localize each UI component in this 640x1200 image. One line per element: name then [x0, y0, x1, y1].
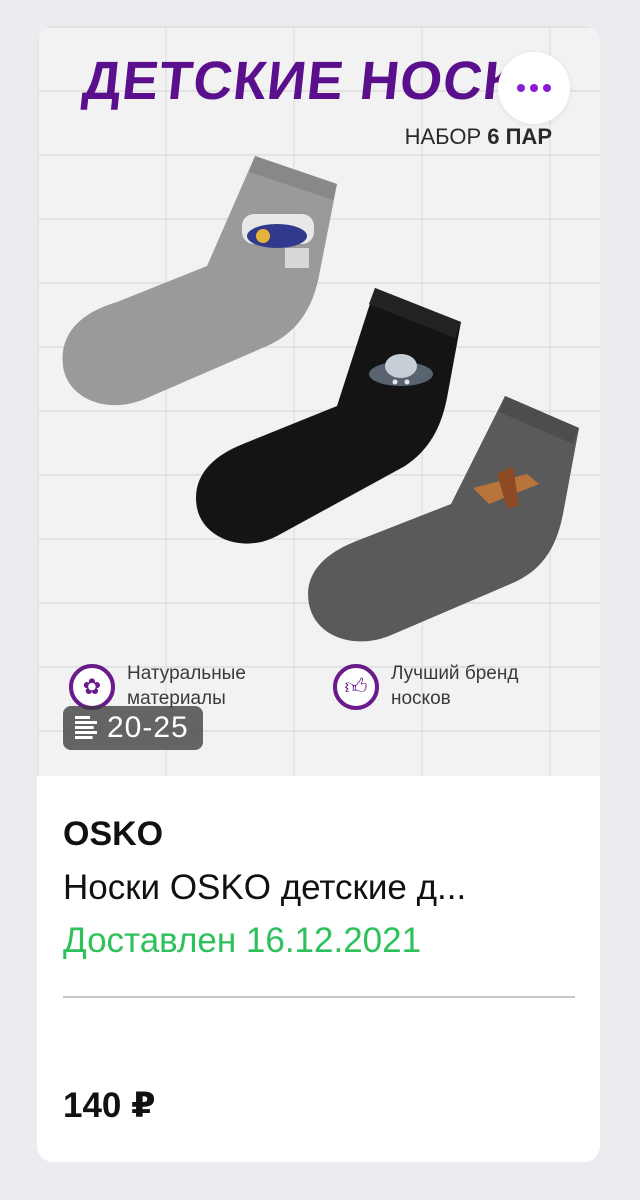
socks-illustration	[62, 156, 579, 642]
size-badge-label: 20-25	[107, 711, 189, 744]
price: 140 ₽	[63, 1086, 156, 1125]
delivery-status: Доставлен 16.12.2021	[63, 921, 422, 960]
product-image[interactable]: ДЕТСКИЕ НОСК НАБОР 6 ПАР ✿ Натуральные м…	[37, 26, 600, 776]
product-title[interactable]: Носки OSKO детские д...	[63, 864, 575, 912]
banner-title: ДЕТСКИЕ НОСК	[79, 51, 521, 111]
more-options-button[interactable]	[498, 52, 570, 124]
size-badge: 20-25	[63, 706, 203, 750]
more-dots-icon	[517, 84, 525, 92]
product-card[interactable]: ДЕТСКИЕ НОСК НАБОР 6 ПАР ✿ Натуральные м…	[37, 26, 600, 1162]
size-list-icon	[75, 716, 97, 740]
feature-natural-materials: ✿ Натуральные материалы	[69, 662, 307, 711]
feature-best-brand: 👍︎ Лучший бренд носков	[333, 662, 571, 711]
brand-name: OSKO	[63, 815, 164, 853]
grey-sock	[62, 156, 337, 406]
product-info: OSKO Носки OSKO детские д... Доставлен 1…	[63, 802, 575, 964]
more-dot	[543, 84, 551, 92]
divider	[63, 996, 575, 998]
cotton-icon: ✿	[69, 664, 115, 710]
more-dot	[530, 84, 538, 92]
feature-label: Лучший бренд носков	[391, 663, 519, 709]
feature-label: Натуральные материалы	[127, 663, 246, 709]
thumbs-up-icon: 👍︎	[333, 664, 379, 710]
